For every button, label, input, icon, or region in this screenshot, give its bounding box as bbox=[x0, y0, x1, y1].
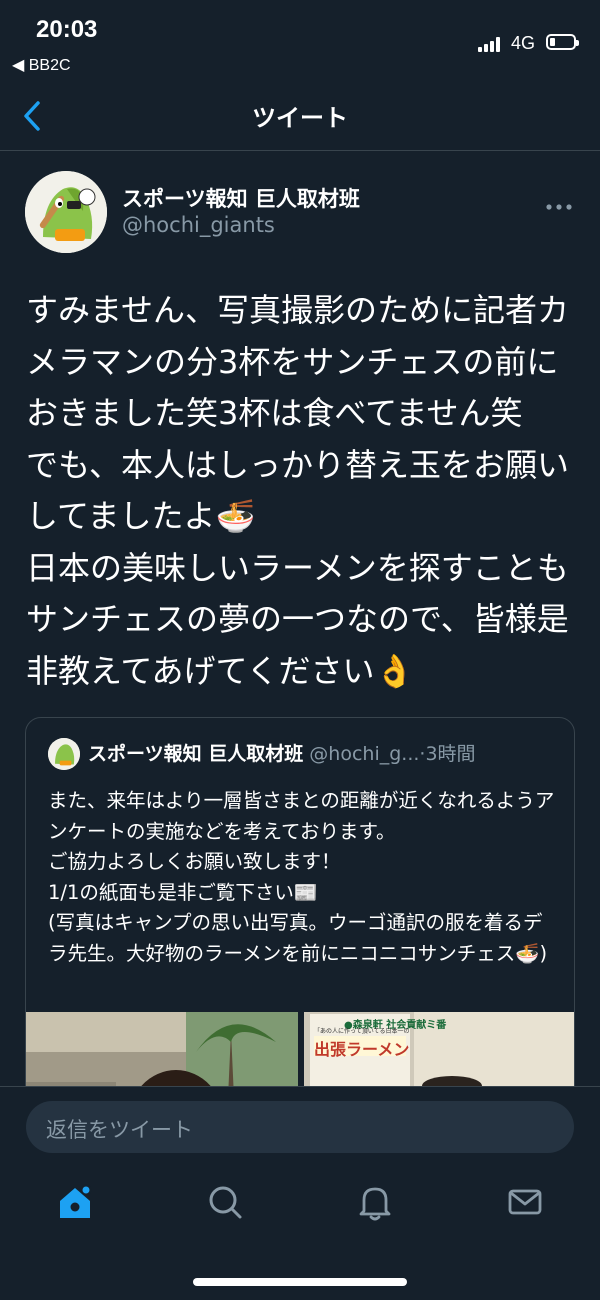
reply-placeholder: 返信をツイート bbox=[46, 1118, 193, 1142]
nav-bar: ツイート bbox=[0, 88, 600, 151]
quote-photo-2[interactable]: ●森泉軒 社会貢献ミ番 「あの人に作って頂いてる日本一のラーメンプロジェクト 出… bbox=[304, 1012, 574, 1086]
quote-author-name: スポーツ報知 巨人取材班 bbox=[88, 743, 304, 765]
home-indicator[interactable] bbox=[193, 1278, 407, 1286]
network-type: 4G bbox=[511, 33, 536, 53]
status-time: 20:03 bbox=[36, 16, 98, 43]
tweet-text: すみません、写真撮影のために記者カメラマンの分3杯をサンチェスの前におきました笑… bbox=[26, 291, 570, 690]
status-bar: 20:03 ◀ BB2C 4G bbox=[0, 0, 600, 88]
tab-messages[interactable] bbox=[505, 1182, 545, 1222]
quote-text: また、来年はより一層皆さまとの距離が近くなれるようアンケートの実施などを考えてお… bbox=[48, 789, 555, 965]
more-options-button[interactable] bbox=[546, 193, 572, 218]
tab-home[interactable] bbox=[55, 1182, 95, 1222]
author-handle[interactable]: @hochi_giants bbox=[122, 213, 275, 237]
tweet: スポーツ報知 巨人取材班 @hochi_giants すみません、写真撮影のため… bbox=[0, 151, 600, 1086]
signal-icon bbox=[478, 36, 506, 52]
back-to-app-link[interactable]: ◀ BB2C bbox=[12, 55, 71, 75]
page-title: ツイート bbox=[252, 104, 348, 132]
bell-icon bbox=[359, 1187, 391, 1221]
mail-icon bbox=[508, 1189, 542, 1215]
quote-header: スポーツ報知 巨人取材班 @hochi_g...·3時間 bbox=[88, 739, 476, 766]
quote-media[interactable]: ●森泉軒 社会貢献ミ番 「あの人に作って頂いてる日本一のラーメンプロジェクト 出… bbox=[26, 1012, 574, 1086]
photo-caption-line2: 「あの人に作って頂いてる日本一のラーメンプロジェクト bbox=[314, 1028, 409, 1035]
reply-input[interactable]: 返信をツイート bbox=[26, 1101, 574, 1153]
author-name[interactable]: スポーツ報知 巨人取材班 bbox=[122, 183, 360, 213]
quote-author-handle: @hochi_g... bbox=[309, 743, 420, 765]
quoted-tweet[interactable]: スポーツ報知 巨人取材班 @hochi_g...·3時間 また、来年はより一層皆… bbox=[25, 717, 575, 1086]
more-horizontal-icon bbox=[546, 204, 572, 210]
quote-photo-1[interactable] bbox=[26, 1012, 298, 1086]
tab-notifications[interactable] bbox=[355, 1182, 395, 1222]
tab-search[interactable] bbox=[205, 1182, 245, 1222]
reply-and-tab-bar: 返信をツイート bbox=[0, 1086, 600, 1300]
quote-avatar bbox=[48, 738, 80, 770]
photo-caption-title: 出張ラーメン bbox=[314, 1040, 410, 1059]
quote-time: 3時間 bbox=[425, 743, 476, 765]
search-icon bbox=[209, 1186, 242, 1219]
battery-icon bbox=[546, 34, 579, 50]
avatar[interactable] bbox=[25, 171, 107, 253]
home-icon bbox=[60, 1184, 92, 1218]
